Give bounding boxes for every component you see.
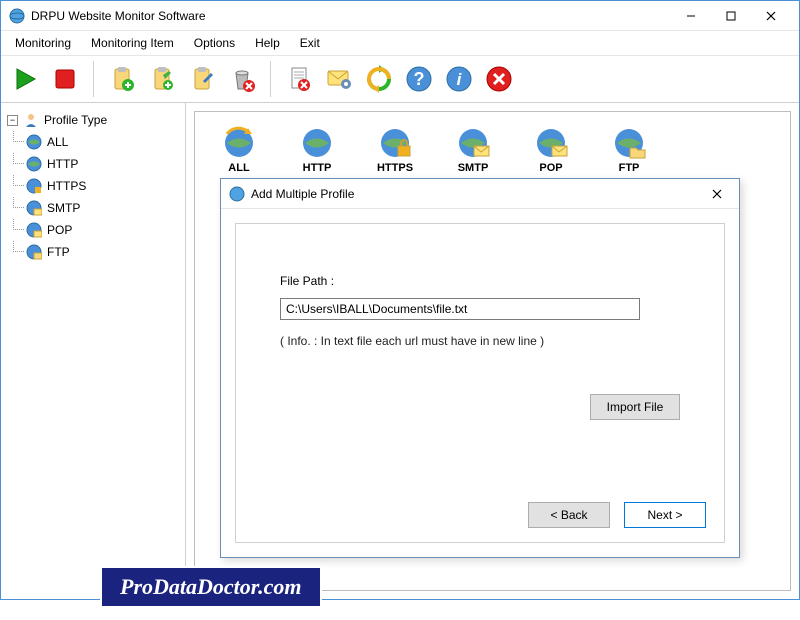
sidebar-item-smtp[interactable]: SMTP — [23, 197, 181, 219]
window-title: DRPU Website Monitor Software — [31, 9, 671, 23]
globe-icon — [25, 155, 43, 173]
page-delete-button[interactable] — [281, 61, 317, 97]
sidebar-item-https[interactable]: HTTPS — [23, 175, 181, 197]
tree-root-label: Profile Type — [44, 113, 107, 127]
globe-icon — [25, 133, 43, 151]
sidebar-item-label: SMTP — [47, 201, 80, 215]
toolbar-separator — [270, 61, 271, 97]
menu-exit[interactable]: Exit — [290, 33, 330, 53]
menubar: Monitoring Monitoring Item Options Help … — [1, 31, 799, 55]
menu-help[interactable]: Help — [245, 33, 290, 53]
globe-lock-icon — [378, 126, 412, 160]
import-file-button[interactable]: Import File — [590, 394, 680, 420]
sidebar-item-label: ALL — [47, 135, 68, 149]
minimize-button[interactable] — [671, 2, 711, 30]
main: ALL HTTP HTTPS SMTP — [186, 103, 799, 599]
dialog-close-button[interactable] — [703, 183, 731, 205]
refresh-button[interactable] — [361, 61, 397, 97]
protocol-pop[interactable]: POP — [527, 126, 575, 174]
play-button[interactable] — [7, 61, 43, 97]
protocol-https[interactable]: HTTPS — [371, 126, 419, 174]
menu-monitoring-item[interactable]: Monitoring Item — [81, 33, 184, 53]
sidebar-item-http[interactable]: HTTP — [23, 153, 181, 175]
protocol-label: FTP — [619, 162, 640, 174]
globe-folder-icon — [25, 243, 43, 261]
protocol-label: ALL — [228, 162, 249, 174]
content: − Profile Type ALL HTTP HTTPS SMTP POP F… — [1, 103, 799, 599]
trash-delete-button[interactable] — [224, 61, 260, 97]
watermark: ProDataDoctor.com — [100, 566, 322, 608]
protocol-label: HTTP — [303, 162, 332, 174]
dialog-body: File Path : ( Info. : In text file each … — [221, 209, 739, 557]
menu-monitoring[interactable]: Monitoring — [5, 33, 81, 53]
globe-lock-icon — [25, 177, 43, 195]
dialog-icon — [229, 186, 245, 202]
dialog-titlebar: Add Multiple Profile — [221, 179, 739, 209]
info-text: ( Info. : In text file each url must hav… — [280, 334, 680, 348]
close-button[interactable] — [751, 2, 791, 30]
protocol-ftp[interactable]: FTP — [605, 126, 653, 174]
globe-mail-icon — [456, 126, 490, 160]
svg-text:?: ? — [414, 69, 425, 89]
dialog-panel: File Path : ( Info. : In text file each … — [235, 223, 725, 543]
globe-folder-icon — [612, 126, 646, 160]
globe-refresh-icon — [222, 126, 256, 160]
main-panel: ALL HTTP HTTPS SMTP — [194, 111, 791, 591]
protocol-label: HTTPS — [377, 162, 413, 174]
sidebar-item-label: HTTPS — [47, 179, 86, 193]
cancel-button[interactable] — [481, 61, 517, 97]
protocol-row: ALL HTTP HTTPS SMTP — [205, 122, 780, 178]
app-icon — [9, 8, 25, 24]
protocol-all[interactable]: ALL — [215, 126, 263, 174]
globe-mail-icon — [25, 199, 43, 217]
protocol-http[interactable]: HTTP — [293, 126, 341, 174]
sidebar-item-ftp[interactable]: FTP — [23, 241, 181, 263]
menu-options[interactable]: Options — [184, 33, 245, 53]
toolbar: ? i — [1, 55, 799, 103]
sidebar-item-pop[interactable]: POP — [23, 219, 181, 241]
maximize-button[interactable] — [711, 2, 751, 30]
sidebar-item-all[interactable]: ALL — [23, 131, 181, 153]
file-path-input[interactable] — [280, 298, 640, 320]
dialog-buttons: < Back Next > — [528, 502, 706, 528]
app-window: DRPU Website Monitor Software Monitoring… — [0, 0, 800, 600]
globe-mail-icon — [25, 221, 43, 239]
globe-icon — [300, 126, 334, 160]
dialog-title: Add Multiple Profile — [251, 187, 703, 201]
tree-children: ALL HTTP HTTPS SMTP POP FTP — [23, 131, 181, 263]
profile-type-icon — [22, 111, 40, 129]
help-button[interactable]: ? — [401, 61, 437, 97]
protocol-smtp[interactable]: SMTP — [449, 126, 497, 174]
toolbar-separator — [93, 61, 94, 97]
sidebar: − Profile Type ALL HTTP HTTPS SMTP POP F… — [1, 103, 186, 599]
collapse-icon[interactable]: − — [7, 115, 18, 126]
clipboard-edit-button[interactable] — [184, 61, 220, 97]
add-multiple-profile-dialog: Add Multiple Profile File Path : ( Info.… — [220, 178, 740, 558]
back-button[interactable]: < Back — [528, 502, 610, 528]
sidebar-item-label: POP — [47, 223, 72, 237]
clipboard-plus-button[interactable] — [144, 61, 180, 97]
next-button[interactable]: Next > — [624, 502, 706, 528]
globe-mail-icon — [534, 126, 568, 160]
tree-root[interactable]: − Profile Type — [5, 109, 181, 131]
protocol-label: SMTP — [458, 162, 489, 174]
file-path-label: File Path : — [280, 274, 680, 288]
sidebar-item-label: HTTP — [47, 157, 78, 171]
mail-settings-button[interactable] — [321, 61, 357, 97]
stop-button[interactable] — [47, 61, 83, 97]
clipboard-add-button[interactable] — [104, 61, 140, 97]
protocol-label: POP — [539, 162, 562, 174]
info-button[interactable]: i — [441, 61, 477, 97]
titlebar: DRPU Website Monitor Software — [1, 1, 799, 31]
sidebar-item-label: FTP — [47, 245, 70, 259]
